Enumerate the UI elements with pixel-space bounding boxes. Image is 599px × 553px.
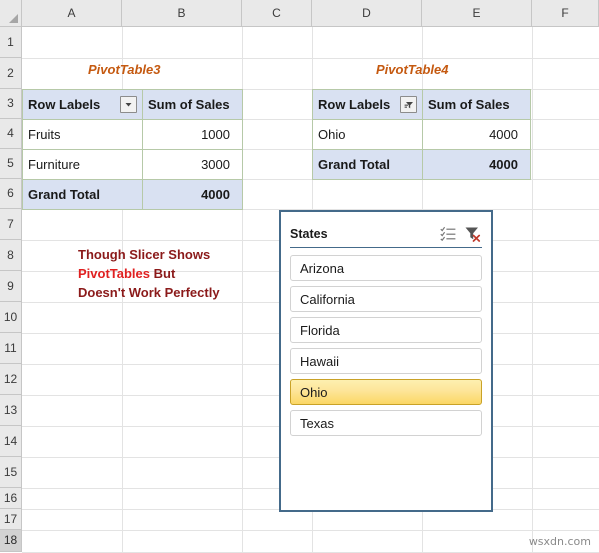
pivottable3-total-label: Grand Total [22, 179, 143, 210]
table-row: Ohio 4000 [312, 119, 531, 150]
clear-filter-icon[interactable] [462, 225, 482, 243]
table-row: Furniture 3000 [22, 149, 243, 180]
slicer-item-list[interactable]: Arizona California Florida Hawaii Ohio Texas [290, 255, 482, 441]
gridline-horizontal [22, 530, 599, 531]
table-row: Row Labels Sum of Sales [22, 89, 243, 120]
column-header-e[interactable]: E [422, 0, 532, 26]
row-header-4[interactable]: 4 [0, 119, 21, 149]
gridline-horizontal [22, 58, 599, 59]
table-row: Grand Total 4000 [22, 179, 243, 210]
pivottable3-row-0-label: Fruits [22, 119, 143, 150]
pivottable3-total-value: 4000 [142, 179, 243, 210]
pivottable4-header-rowlabels-text: Row Labels [318, 97, 391, 112]
row-header-16[interactable]: 16 [0, 488, 21, 509]
slicer-item-hawaii[interactable]: Hawaii [290, 348, 482, 374]
table-row: Fruits 1000 [22, 119, 243, 150]
row-header-14[interactable]: 14 [0, 426, 21, 457]
pivottable3-header-value: Sum of Sales [142, 89, 243, 120]
row-header-11[interactable]: 11 [0, 333, 21, 364]
slicer-item-florida[interactable]: Florida [290, 317, 482, 343]
slicer-item-ohio[interactable]: Ohio [290, 379, 482, 405]
pivottable3-header-rowlabels[interactable]: Row Labels [22, 89, 143, 120]
column-header-b[interactable]: B [122, 0, 242, 26]
row-header-6[interactable]: 6 [0, 179, 21, 209]
row-header-18[interactable]: 18 [0, 530, 21, 552]
slicer-item-arizona[interactable]: Arizona [290, 255, 482, 281]
row-header-5[interactable]: 5 [0, 149, 21, 179]
slicer-header: States [290, 220, 482, 248]
annotation-line-1: Though Slicer Shows [78, 247, 211, 262]
multi-select-icon[interactable] [438, 225, 458, 243]
row-header-13[interactable]: 13 [0, 395, 21, 426]
pivottable4-total-value: 4000 [422, 149, 531, 180]
annotation-note: Though Slicer Shows PivotTables But Does… [78, 245, 220, 302]
pivottable3-row-0-value: 1000 [142, 119, 243, 150]
row-header-8[interactable]: 8 [0, 240, 21, 271]
row-header-3[interactable]: 3 [0, 89, 21, 119]
row-header-7[interactable]: 7 [0, 209, 21, 240]
dropdown-arrow-icon[interactable] [120, 96, 137, 113]
select-all-triangle-icon [9, 14, 18, 23]
row-header-strip: 1 2 3 4 5 6 7 8 9 10 11 12 13 14 15 16 17 18 [0, 27, 22, 552]
row-header-1[interactable]: 1 [0, 27, 21, 58]
column-header-strip: ABCDEF [22, 0, 599, 27]
row-header-17[interactable]: 17 [0, 509, 21, 530]
watermark: wsxdn.com [528, 535, 591, 548]
pivottable4-row-0-label: Ohio [312, 119, 423, 150]
column-header-c[interactable]: C [242, 0, 312, 26]
pivottable3-row-1-value: 3000 [142, 149, 243, 180]
row-header-9[interactable]: 9 [0, 271, 21, 302]
gridline-vertical [532, 27, 533, 552]
row-header-15[interactable]: 15 [0, 457, 21, 488]
row-header-10[interactable]: 10 [0, 302, 21, 333]
table-row: Grand Total 4000 [312, 149, 531, 180]
column-header-d[interactable]: D [312, 0, 422, 26]
annotation-line-2: PivotTables But [78, 264, 220, 283]
slicer-states[interactable]: States Arizona California Florida Hawaii Ohi… [279, 210, 493, 512]
row-header-12[interactable]: 12 [0, 364, 21, 395]
filter-applied-icon[interactable] [400, 96, 417, 113]
slicer-item-texas[interactable]: Texas [290, 410, 482, 436]
annotation-line-2-rest: But [150, 266, 176, 281]
column-header-f[interactable]: F [532, 0, 599, 26]
pivottable3-row-1-label: Furniture [22, 149, 143, 180]
pivottable4-header-rowlabels[interactable]: Row Labels [312, 89, 423, 120]
column-header-a[interactable]: A [22, 0, 122, 26]
pivottable4-row-0-value: 4000 [422, 119, 531, 150]
pivottable3-title: PivotTable3 [88, 62, 161, 77]
pivottable3-header-rowlabels-text: Row Labels [28, 97, 101, 112]
table-row: Row Labels Sum of Sales [312, 89, 531, 120]
pivottable4-total-label: Grand Total [312, 149, 423, 180]
slicer-title: States [290, 226, 328, 241]
pivottable4-title: PivotTable4 [376, 62, 449, 77]
row-header-2[interactable]: 2 [0, 58, 21, 89]
annotation-highlight: PivotTables [78, 266, 151, 281]
pivottable4-header-value: Sum of Sales [422, 89, 531, 120]
slicer-item-california[interactable]: California [290, 286, 482, 312]
annotation-line-3: Doesn't Work Perfectly [78, 285, 220, 300]
pivottable3: Row Labels Sum of Sales Fruits 1000 Furn… [22, 89, 243, 210]
pivottable4: Row Labels Sum of Sales Ohio 4000 Grand … [312, 89, 531, 180]
select-all-corner[interactable] [0, 0, 22, 27]
